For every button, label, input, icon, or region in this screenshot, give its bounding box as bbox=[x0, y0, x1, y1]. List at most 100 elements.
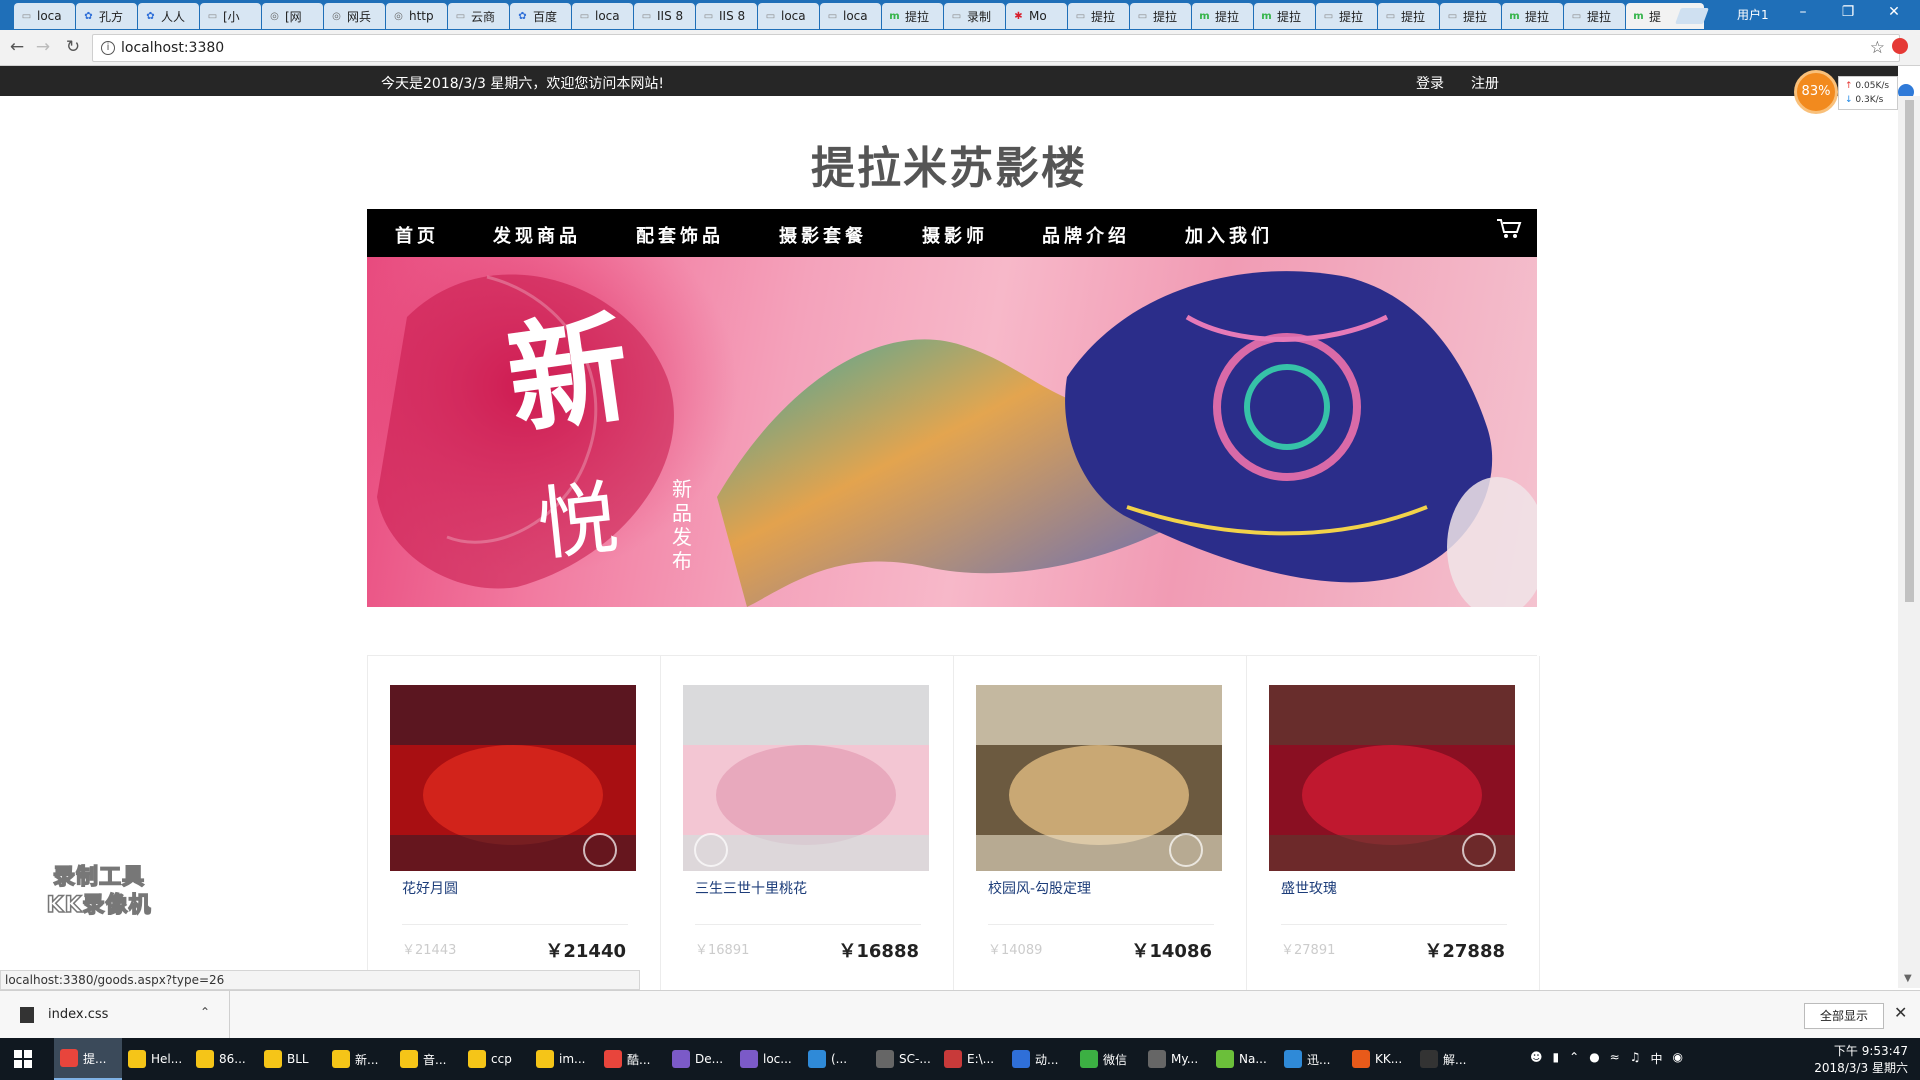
taskbar-app[interactable]: 86... bbox=[190, 1038, 258, 1080]
browser-tab[interactable]: ▭ [小 bbox=[200, 3, 261, 29]
browser-tab[interactable]: ▭ loca bbox=[572, 3, 633, 29]
bookmark-star-icon[interactable]: ☆ bbox=[1870, 38, 1885, 58]
taskbar-app[interactable]: 音... bbox=[394, 1038, 462, 1080]
product-card[interactable]: 三生三世十里桃花 ￥16891 ￥16888 bbox=[661, 656, 954, 991]
info-icon[interactable]: i bbox=[101, 41, 115, 55]
browser-tab[interactable]: ▭ IIS 8 bbox=[696, 3, 757, 29]
register-link[interactable]: 注册 bbox=[1471, 73, 1499, 93]
browser-tab[interactable]: ▭ 提拉 bbox=[1440, 3, 1501, 29]
taskbar-app[interactable]: De... bbox=[666, 1038, 734, 1080]
browser-tab[interactable]: m 提拉 bbox=[1502, 3, 1563, 29]
browser-tab[interactable]: ✿ 人人 bbox=[138, 3, 199, 29]
browser-tab[interactable]: ▭ 提拉 bbox=[1378, 3, 1439, 29]
bluetooth-icon[interactable]: ● bbox=[1589, 1050, 1599, 1067]
new-tab-button[interactable] bbox=[1675, 8, 1709, 24]
product-image[interactable] bbox=[1269, 685, 1515, 871]
browser-tab[interactable]: ▭ 提拉 bbox=[1564, 3, 1625, 29]
people-icon[interactable]: ☻ bbox=[1530, 1050, 1543, 1067]
extension-icon[interactable] bbox=[1892, 38, 1908, 54]
browser-tab[interactable]: ▭ 提拉 bbox=[1316, 3, 1377, 29]
nav-discover-goods[interactable]: 发现商品 bbox=[493, 222, 581, 248]
browser-tab[interactable]: ▭ loca bbox=[820, 3, 881, 29]
windows-start-icon[interactable] bbox=[14, 1050, 32, 1068]
browser-tab[interactable]: ◎ http bbox=[386, 3, 447, 29]
hero-banner[interactable]: 新 悦 新品发布 bbox=[367, 257, 1537, 607]
taskbar-app[interactable]: (... bbox=[802, 1038, 870, 1080]
product-name[interactable]: 三生三世十里桃花 bbox=[695, 878, 807, 898]
product-card[interactable]: 校园风-勾股定理 ￥14089 ￥14086 bbox=[954, 656, 1247, 991]
product-image[interactable] bbox=[683, 685, 929, 871]
browser-tab[interactable]: ✱ Mo bbox=[1006, 3, 1067, 29]
browser-tab[interactable]: ✿ 孔方 bbox=[76, 3, 137, 29]
ime-indicator[interactable]: 中 bbox=[1651, 1050, 1663, 1067]
back-icon[interactable]: ← bbox=[6, 37, 28, 57]
restore-icon[interactable]: ❐ bbox=[1838, 4, 1858, 20]
browser-tab[interactable]: ✿ 百度 bbox=[510, 3, 571, 29]
taskbar-app[interactable]: 解... bbox=[1414, 1038, 1482, 1080]
taskbar-app[interactable]: 动... bbox=[1006, 1038, 1074, 1080]
taskbar-app[interactable]: BLL bbox=[258, 1038, 326, 1080]
nav-home[interactable]: 首页 bbox=[395, 222, 439, 248]
chevron-up-icon[interactable]: ⌃ bbox=[1569, 1050, 1579, 1067]
product-image[interactable] bbox=[976, 685, 1222, 871]
taskbar-app[interactable]: 新... bbox=[326, 1038, 394, 1080]
show-all-downloads-button[interactable]: 全部显示 bbox=[1804, 1003, 1884, 1029]
clock-time[interactable]: 下午 9:53:47 bbox=[1820, 1042, 1908, 1059]
taskbar-app[interactable]: 酷... bbox=[598, 1038, 666, 1080]
nav-photographers[interactable]: 摄影师 bbox=[922, 222, 988, 248]
download-filename[interactable]: index.css bbox=[48, 1007, 108, 1022]
taskbar-app[interactable]: im... bbox=[530, 1038, 598, 1080]
nav-accessories[interactable]: 配套饰品 bbox=[636, 222, 724, 248]
product-name[interactable]: 盛世玫瑰 bbox=[1281, 878, 1337, 898]
address-bar[interactable]: i localhost:3380 ☆ bbox=[92, 34, 1900, 62]
browser-tab[interactable]: ▭ 提拉 bbox=[1068, 3, 1129, 29]
scrollbar-thumb[interactable] bbox=[1905, 100, 1914, 602]
nav-join-us[interactable]: 加入我们 bbox=[1185, 222, 1273, 248]
taskbar-app[interactable]: SC-... bbox=[870, 1038, 938, 1080]
clock-date[interactable]: 2018/3/3 星期六 bbox=[1800, 1059, 1908, 1076]
taskbar-app[interactable]: Hel... bbox=[122, 1038, 190, 1080]
browser-tab[interactable]: ◎ 网兵 bbox=[324, 3, 385, 29]
taskbar-app[interactable]: 微信 bbox=[1074, 1038, 1142, 1080]
browser-tab[interactable]: ▭ loca bbox=[758, 3, 819, 29]
minimize-icon[interactable]: – bbox=[1793, 4, 1813, 20]
forward-icon[interactable]: → bbox=[32, 37, 54, 57]
browser-tab[interactable]: ▭ 云商 bbox=[448, 3, 509, 29]
browser-tab[interactable]: ◎ [网 bbox=[262, 3, 323, 29]
taskbar-app[interactable]: loc... bbox=[734, 1038, 802, 1080]
browser-tab[interactable]: ▭ IIS 8 bbox=[634, 3, 695, 29]
download-item[interactable]: index.css ⌃ bbox=[0, 991, 230, 1039]
cart-icon[interactable] bbox=[1496, 218, 1522, 240]
taskbar-app[interactable]: Na... bbox=[1210, 1038, 1278, 1080]
battery-icon[interactable]: ▮ bbox=[1553, 1050, 1560, 1067]
product-name[interactable]: 花好月圆 bbox=[402, 878, 458, 898]
antivirus-icon[interactable]: ◉ bbox=[1673, 1050, 1683, 1067]
taskbar-app[interactable]: ccp bbox=[462, 1038, 530, 1080]
nav-photo-packages[interactable]: 摄影套餐 bbox=[779, 222, 867, 248]
close-icon[interactable]: ✕ bbox=[1894, 1003, 1907, 1022]
product-card[interactable]: 花好月圆 ￥21443 ￥21440 bbox=[368, 656, 661, 991]
browser-tab[interactable]: ▭ 提拉 bbox=[1130, 3, 1191, 29]
product-card[interactable]: 盛世玫瑰 ￥27891 ￥27888 bbox=[1247, 656, 1540, 991]
volume-icon[interactable]: ♫ bbox=[1630, 1050, 1641, 1067]
browser-tab[interactable]: ▭ loca bbox=[14, 3, 75, 29]
taskbar-app[interactable]: 迅... bbox=[1278, 1038, 1346, 1080]
login-link[interactable]: 登录 bbox=[1416, 73, 1444, 93]
wifi-icon[interactable]: ≈ bbox=[1610, 1050, 1620, 1067]
scroll-down-icon[interactable]: ▼ bbox=[1904, 973, 1912, 984]
taskbar-app[interactable]: 提... bbox=[54, 1038, 122, 1080]
url-text[interactable]: localhost:3380 bbox=[121, 40, 224, 56]
product-image[interactable] bbox=[390, 685, 636, 871]
browser-tab[interactable]: m 提拉 bbox=[882, 3, 943, 29]
product-name[interactable]: 校园风-勾股定理 bbox=[988, 878, 1091, 898]
taskbar-app[interactable]: KK... bbox=[1346, 1038, 1414, 1080]
nav-brand-intro[interactable]: 品牌介绍 bbox=[1042, 222, 1130, 248]
reload-icon[interactable]: ↻ bbox=[62, 37, 84, 57]
browser-tab[interactable]: m 提拉 bbox=[1254, 3, 1315, 29]
profile-button[interactable]: 用户1 bbox=[1737, 6, 1769, 23]
browser-tab[interactable]: m 提拉 bbox=[1192, 3, 1253, 29]
speed-widget[interactable]: 83% bbox=[1794, 70, 1838, 114]
taskbar-app[interactable]: E:\... bbox=[938, 1038, 1006, 1080]
close-window-icon[interactable]: ✕ bbox=[1884, 4, 1904, 20]
browser-tab[interactable]: ▭ 录制 bbox=[944, 3, 1005, 29]
